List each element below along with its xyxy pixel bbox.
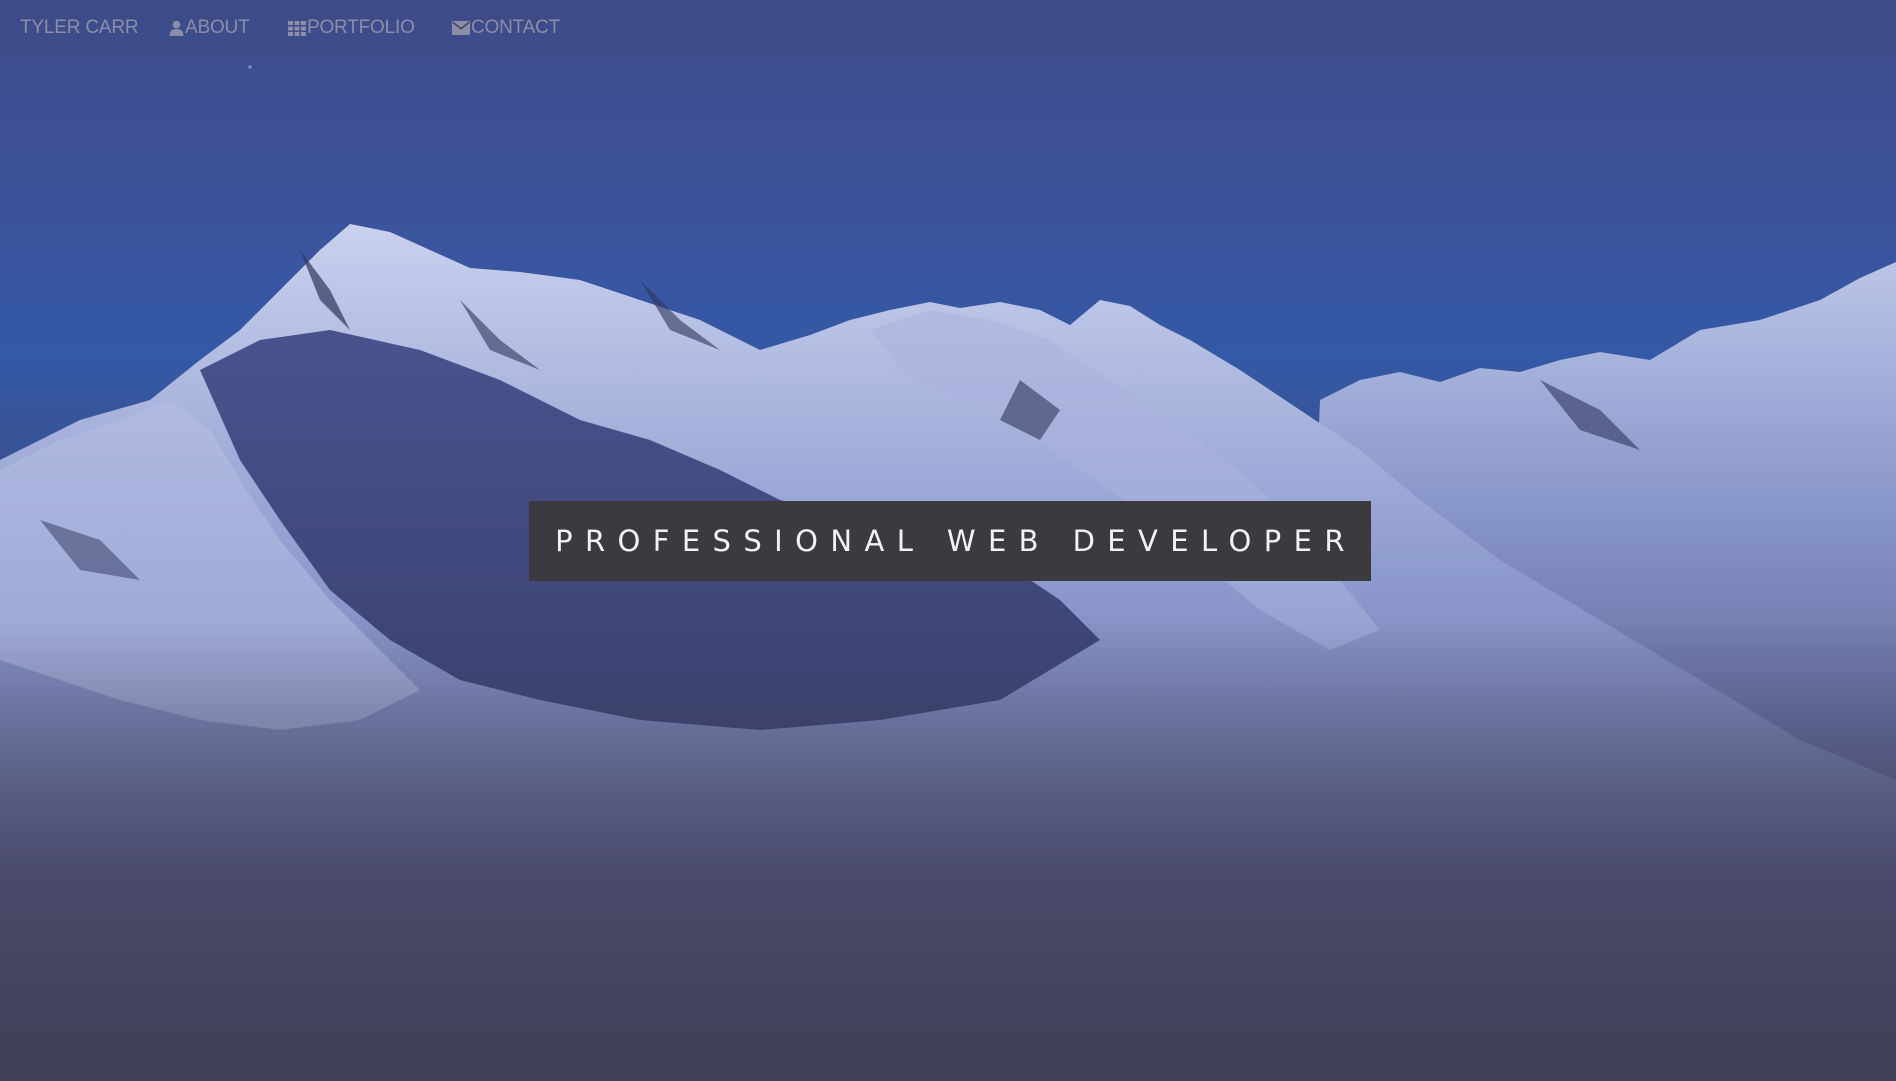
brand-link[interactable]: TYLER CARR xyxy=(20,17,139,39)
nav-about-label: ABOUT xyxy=(185,17,250,38)
nav-contact-label: CONTACT xyxy=(471,17,561,38)
nav-portfolio-link[interactable]: PORTFOLIO xyxy=(288,17,415,39)
nav-about-link[interactable]: ABOUT xyxy=(169,17,250,39)
nav-contact-link[interactable]: CONTACT xyxy=(452,17,560,39)
hero-tagline: PROFESSIONAL WEB DEVELOPER xyxy=(555,524,1357,558)
envelope-icon xyxy=(452,21,470,35)
nav-portfolio-label: PORTFOLIO xyxy=(307,17,415,38)
landing-page: TYLER CARR ABOUT PORTFOLIO CONTACT PROFE… xyxy=(0,0,1896,1081)
user-icon xyxy=(169,20,184,36)
hero-tagline-box: PROFESSIONAL WEB DEVELOPER xyxy=(529,501,1371,581)
top-navbar: TYLER CARR ABOUT PORTFOLIO CONTACT xyxy=(0,0,1896,56)
grid-icon xyxy=(288,20,306,36)
